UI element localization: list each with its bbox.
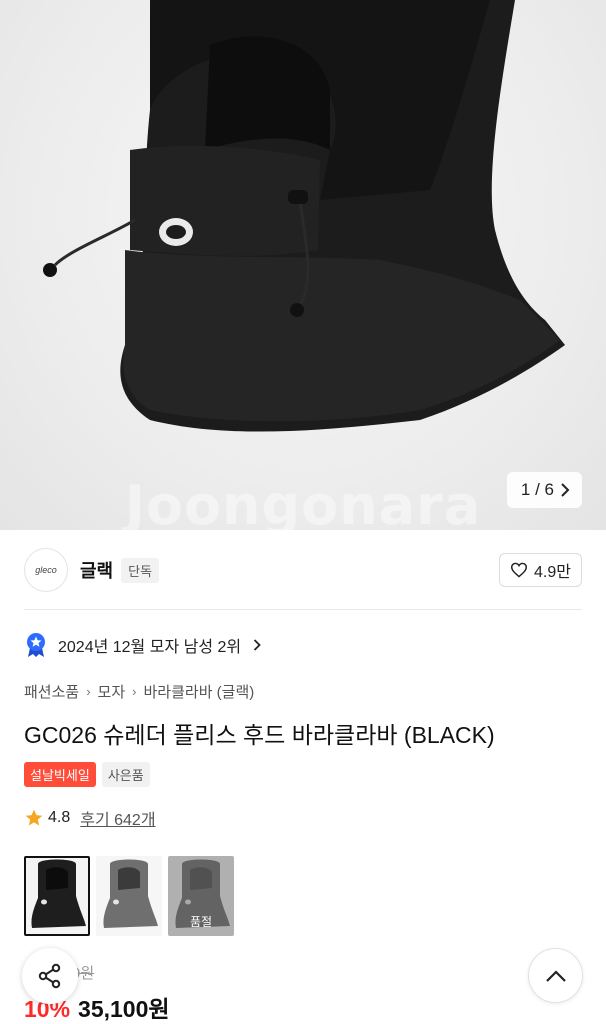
- color-option-black[interactable]: [24, 856, 90, 936]
- star-icon: [25, 809, 43, 826]
- ranking-medal-icon: [27, 633, 45, 657]
- product-tags: 설날빅세일 사은품: [24, 762, 150, 787]
- soldout-label: 품절: [189, 915, 213, 929]
- store-name[interactable]: 글랙: [80, 557, 113, 583]
- ranking-text: 2024년 12월 모자 남성 2위: [58, 639, 242, 656]
- store-logo[interactable]: gleco: [24, 548, 68, 592]
- like-button[interactable]: 4.9만: [499, 553, 582, 587]
- share-icon: [38, 963, 61, 989]
- divider: [24, 609, 582, 610]
- breadcrumb-item[interactable]: 패션소품: [24, 681, 79, 702]
- chevron-right-icon: ›: [86, 684, 91, 699]
- option-thumbnail: [24, 856, 90, 936]
- exclusive-badge: 단독: [121, 557, 160, 583]
- color-option-soldout[interactable]: 품절: [168, 856, 234, 936]
- image-counter-label: 1 / 6: [520, 480, 554, 499]
- like-count: 4.9만: [534, 564, 571, 581]
- ranking-link[interactable]: 2024년 12월 모자 남성 2위: [24, 632, 261, 658]
- store-logo-text: gleco: [35, 565, 57, 575]
- scroll-top-button[interactable]: [528, 948, 583, 1003]
- breadcrumb: 패션소품 › 모자 › 바라클라바 (글랙): [24, 681, 254, 702]
- chevron-up-icon: [545, 969, 566, 982]
- breadcrumb-item[interactable]: 모자: [98, 681, 126, 702]
- image-counter[interactable]: 1 / 6: [506, 472, 582, 508]
- chevron-right-icon: ›: [132, 684, 137, 699]
- product-photo: [43, 0, 565, 432]
- color-options: 품절: [24, 856, 234, 936]
- review-link[interactable]: 후기 642개: [80, 806, 155, 830]
- chevron-right-icon: [561, 483, 570, 497]
- store-row: gleco 글랙 단독 4.9만: [24, 548, 582, 592]
- chevron-right-icon: [253, 639, 261, 651]
- rating-row: 4.8 후기 642개: [24, 806, 156, 830]
- sale-tag: 설날빅세일: [24, 762, 96, 787]
- rating-value: 4.8: [48, 809, 71, 826]
- gift-tag: 사은품: [101, 762, 150, 787]
- product-image-carousel[interactable]: Joongonara 1 / 6: [0, 0, 606, 530]
- final-price: 35,100원: [78, 996, 170, 1022]
- share-button[interactable]: [22, 948, 78, 1004]
- product-title: GC026 슈레더 플리스 후드 바라클라바 (BLACK): [24, 722, 495, 748]
- heart-outline-icon: [511, 562, 528, 578]
- option-thumbnail: [96, 856, 162, 936]
- breadcrumb-item[interactable]: 바라클라바 (글랙): [144, 681, 255, 702]
- color-option-gray[interactable]: [96, 856, 162, 936]
